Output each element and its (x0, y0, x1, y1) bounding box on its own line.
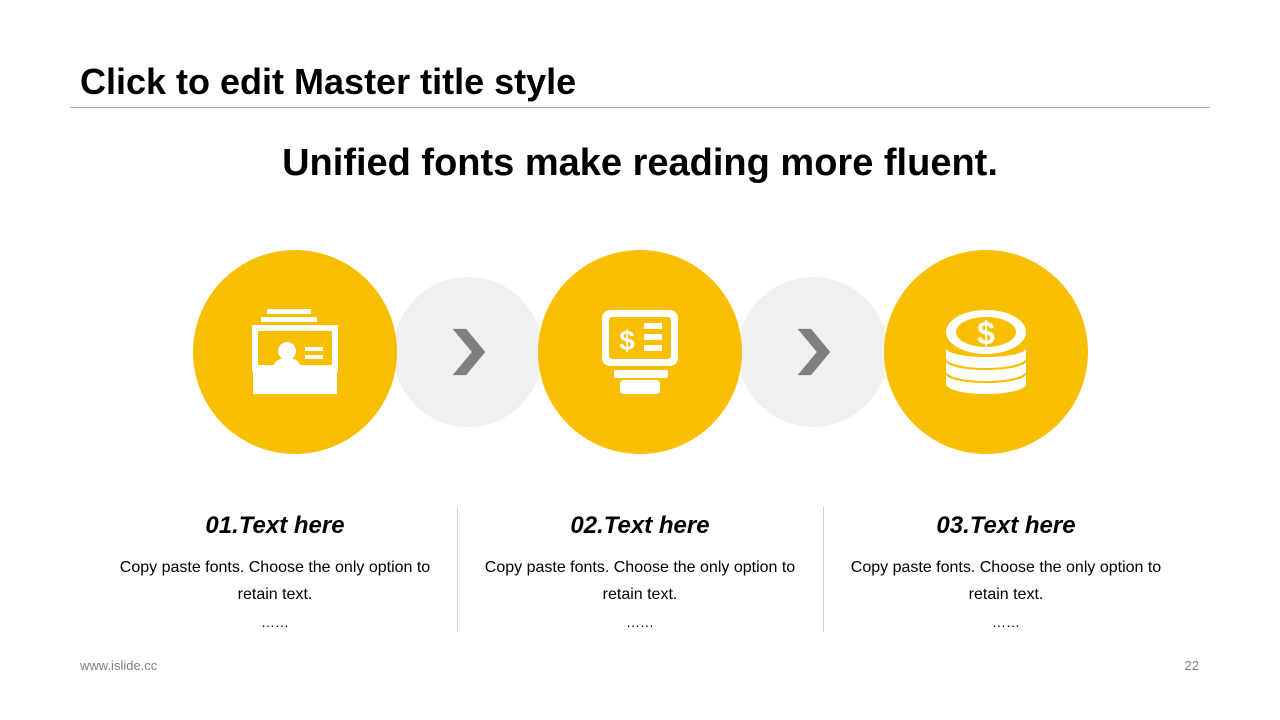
title-underline (70, 107, 1210, 108)
chevron-right-icon (452, 328, 486, 376)
step-circle-1 (193, 250, 397, 454)
card-file-icon (252, 309, 338, 394)
step-body[interactable]: Copy paste fonts. Choose the only option… (841, 554, 1171, 608)
master-title[interactable]: Click to edit Master title style (80, 60, 576, 104)
step-body[interactable]: Copy paste fonts. Choose the only option… (475, 554, 805, 608)
atm-icon: $ (602, 310, 678, 394)
step-ellipsis: …… (992, 614, 1020, 630)
step-circle-3: $ (884, 250, 1088, 454)
step-ellipsis: …… (261, 614, 289, 630)
step-column-1: 01.Text here Copy paste fonts. Choose th… (92, 505, 458, 630)
chevron-right-icon (797, 328, 831, 376)
step-title[interactable]: 01.Text here (92, 511, 458, 541)
slide: Click to edit Master title style Unified… (0, 0, 1280, 720)
step-column-2: 02.Text here Copy paste fonts. Choose th… (457, 505, 823, 630)
step-title[interactable]: 03.Text here (823, 511, 1189, 541)
step-ellipsis: …… (626, 614, 654, 630)
coin-stack-icon: $ (946, 310, 1026, 394)
footer-url: www.islide.cc (80, 658, 158, 673)
svg-text:$: $ (619, 325, 635, 356)
arrow-circle-1 (390, 274, 546, 430)
arrow-circle-2 (735, 274, 891, 430)
step-circle-2: $ (538, 250, 742, 454)
step-body[interactable]: Copy paste fonts. Choose the only option… (110, 554, 440, 608)
slide-subtitle[interactable]: Unified fonts make reading more fluent. (0, 140, 1280, 186)
page-number: 22 (1184, 658, 1199, 673)
step-title[interactable]: 02.Text here (457, 511, 823, 541)
svg-text:$: $ (977, 315, 995, 351)
step-column-3: 03.Text here Copy paste fonts. Choose th… (823, 505, 1189, 630)
